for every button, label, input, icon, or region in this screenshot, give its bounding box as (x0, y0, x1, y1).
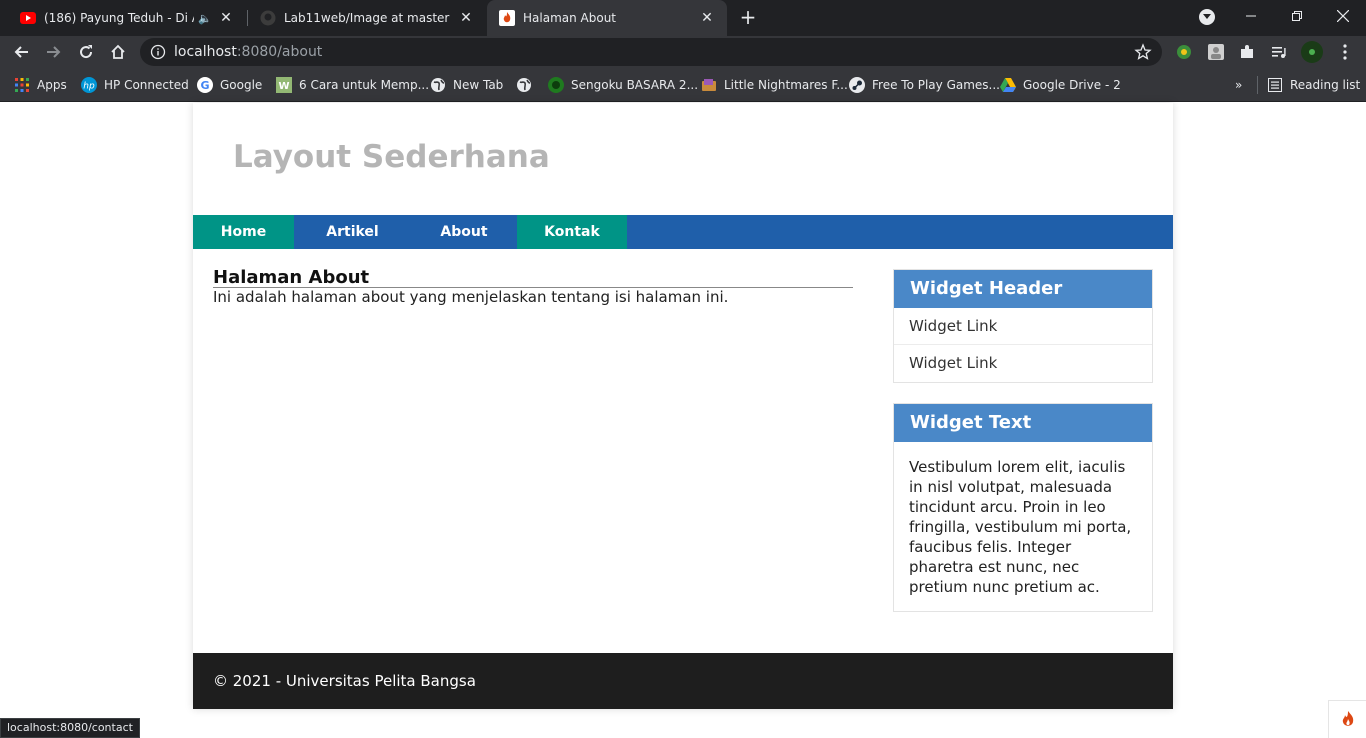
new-tab-button[interactable]: + (736, 5, 760, 29)
minimize-icon[interactable] (1228, 0, 1274, 32)
bookmark-new-tab[interactable]: New Tab (430, 76, 503, 94)
page-footer: © 2021 - Universitas Pelita Bangsa (193, 653, 1173, 709)
globe-icon (430, 77, 446, 93)
folder-icon (701, 77, 717, 93)
nav-kontak[interactable]: Kontak (517, 215, 627, 249)
extension-globe-icon[interactable] (1175, 43, 1193, 61)
tab-strip: (186) Payung Teduh - Di Atas Meja 🔈 ✕ La… (0, 0, 1366, 36)
back-icon[interactable] (9, 40, 33, 64)
widget-header: Widget Text (894, 404, 1152, 442)
bookmark-little-nightmares[interactable]: Little Nightmares F... (701, 76, 848, 94)
tab-title: Lab11web/Image at master · kanz (284, 11, 452, 25)
codeigniter-icon (499, 10, 515, 26)
globe-icon (516, 77, 532, 93)
apps-grid-icon (14, 77, 30, 93)
speaker-icon[interactable]: 🔈 (198, 12, 212, 25)
bookmark-wikihow[interactable]: W 6 Cara untuk Memp... (276, 76, 429, 94)
nav-artikel[interactable]: Artikel (294, 215, 411, 249)
tab-github[interactable]: Lab11web/Image at master · kanz ✕ (248, 0, 486, 36)
extension-profile-icon[interactable] (1207, 43, 1225, 61)
article-body: Ini adalah halaman about yang menjelaska… (213, 288, 729, 306)
tab-search-icon[interactable] (1199, 9, 1215, 25)
main-nav: Home Artikel About Kontak (193, 215, 1173, 249)
widget-text: Widget Text Vestibulum lorem elit, iacul… (893, 403, 1153, 612)
profile-avatar[interactable] (1301, 41, 1323, 63)
svg-text:hp: hp (83, 82, 95, 92)
more-bookmarks-icon[interactable]: » (1235, 76, 1242, 94)
bookmark-label: 6 Cara untuk Memp... (299, 78, 430, 92)
svg-text:G: G (200, 79, 209, 92)
widget-link[interactable]: Widget Link (894, 345, 1152, 382)
youtube-icon (20, 10, 36, 26)
bookmark-apps[interactable]: Apps (14, 76, 67, 94)
bookmark-star-icon[interactable] (1134, 43, 1152, 61)
bookmark-label: Google Drive - 2 (1023, 78, 1121, 92)
bookmark-label: Free To Play Games... (872, 78, 1000, 92)
reading-list-icon (1267, 77, 1283, 93)
widget-text-body: Vestibulum lorem elit, iaculis in nisl v… (909, 458, 1132, 596)
close-tab-icon[interactable]: ✕ (458, 10, 474, 26)
page-container: Layout Sederhana Home Artikel About Kont… (193, 103, 1173, 709)
bookmark-google[interactable]: G Google (197, 76, 262, 94)
info-icon[interactable] (150, 44, 166, 60)
home-icon[interactable] (106, 40, 130, 64)
bookmark-google-drive[interactable]: Google Drive - 2 (1000, 76, 1121, 94)
game-icon (548, 77, 564, 93)
tab-active[interactable]: Halaman About ✕ (487, 0, 727, 36)
menu-kebab-icon[interactable] (1336, 43, 1354, 61)
tab-title: (186) Payung Teduh - Di Atas Meja (44, 11, 194, 25)
site-title: Layout Sederhana (233, 139, 550, 175)
google-icon: G (197, 77, 213, 93)
bookmark-label: Google (220, 78, 263, 92)
close-tab-icon[interactable]: ✕ (699, 10, 715, 26)
bookmark-label: HP Connected (104, 78, 189, 92)
address-bar[interactable]: localhost:8080/about (140, 38, 1162, 66)
reading-list-button[interactable]: Reading list (1267, 76, 1360, 94)
svg-text:W: W (278, 81, 289, 92)
nav-home[interactable]: Home (193, 215, 294, 249)
steam-icon (849, 77, 865, 93)
nav-about[interactable]: About (411, 215, 517, 249)
wikihow-icon: W (276, 77, 292, 93)
status-bar-url: localhost:8080/contact (0, 718, 140, 738)
bookmark-label: Little Nightmares F... (724, 78, 848, 92)
bookmarks-divider (1257, 76, 1258, 94)
reload-icon[interactable] (74, 40, 98, 64)
bookmarks-bar: Apps hp HP Connected G Google W 6 Cara u… (0, 68, 1366, 102)
bookmark-label: Apps (37, 78, 67, 92)
github-icon (260, 10, 276, 26)
main-content: Halaman About Ini adalah halaman about y… (213, 268, 853, 307)
media-control-icon[interactable] (1270, 43, 1288, 61)
bookmark-label: New Tab (453, 78, 504, 92)
tab-youtube[interactable]: (186) Payung Teduh - Di Atas Meja 🔈 ✕ (8, 0, 246, 36)
tab-title: Halaman About (523, 11, 617, 25)
bookmark-sengoku-basara[interactable]: Sengoku BASARA 2... (548, 76, 698, 94)
hp-icon: hp (81, 77, 97, 93)
bookmark-globe[interactable] (516, 76, 539, 94)
bookmark-free-to-play[interactable]: Free To Play Games... (849, 76, 1000, 94)
google-drive-icon (1000, 77, 1016, 93)
extensions-puzzle-icon[interactable] (1238, 43, 1256, 61)
bookmark-hp-connected[interactable]: hp HP Connected (81, 76, 189, 94)
widget-header: Widget Header (894, 270, 1152, 308)
close-tab-icon[interactable]: ✕ (218, 10, 234, 26)
browser-toolbar: localhost:8080/about (0, 36, 1366, 68)
widget-links: Widget Header Widget Link Widget Link (893, 269, 1153, 383)
forward-icon[interactable] (42, 40, 66, 64)
bookmark-label: Sengoku BASARA 2... (571, 78, 699, 92)
codeigniter-debug-icon[interactable] (1328, 700, 1366, 738)
page-viewport: Layout Sederhana Home Artikel About Kont… (0, 103, 1366, 738)
article-title: Halaman About (213, 268, 853, 288)
reading-list-label: Reading list (1290, 78, 1361, 92)
close-window-icon[interactable] (1320, 0, 1366, 32)
restore-icon[interactable] (1274, 0, 1320, 32)
widget-link[interactable]: Widget Link (894, 308, 1152, 345)
url-text: localhost:8080/about (174, 44, 323, 60)
